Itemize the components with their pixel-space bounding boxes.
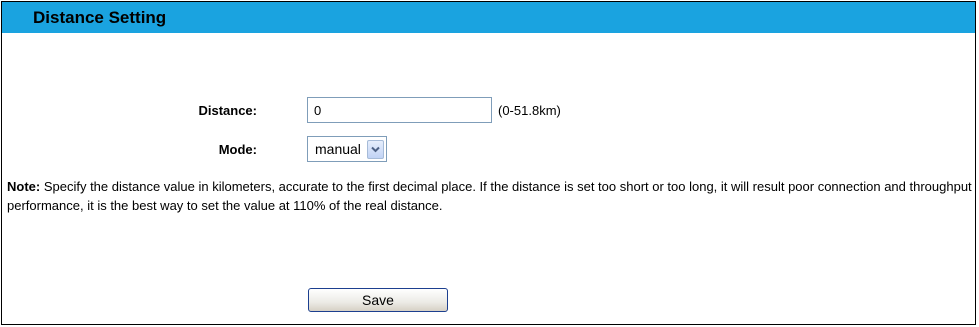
mode-selected-value: manual [315,141,361,157]
note-text: Note: Specify the distance value in kilo… [7,177,972,215]
note-body: Specify the distance value in kilometers… [7,179,972,213]
mode-select[interactable]: manual [307,136,387,162]
chevron-down-icon[interactable] [367,139,384,159]
page-title: Distance Setting [33,8,167,27]
distance-label: Distance: [198,103,257,118]
mode-label: Mode: [218,142,257,157]
chevron-down-icon-glyph [371,146,380,152]
distance-range-hint: (0-51.8km) [498,103,561,118]
note-label: Note: [7,179,41,194]
distance-setting-panel: Distance Setting Distance: (0-51.8km) Mo… [1,1,976,325]
panel-header: Distance Setting [2,2,975,33]
save-button[interactable]: Save [308,288,448,312]
distance-input[interactable] [307,97,492,123]
